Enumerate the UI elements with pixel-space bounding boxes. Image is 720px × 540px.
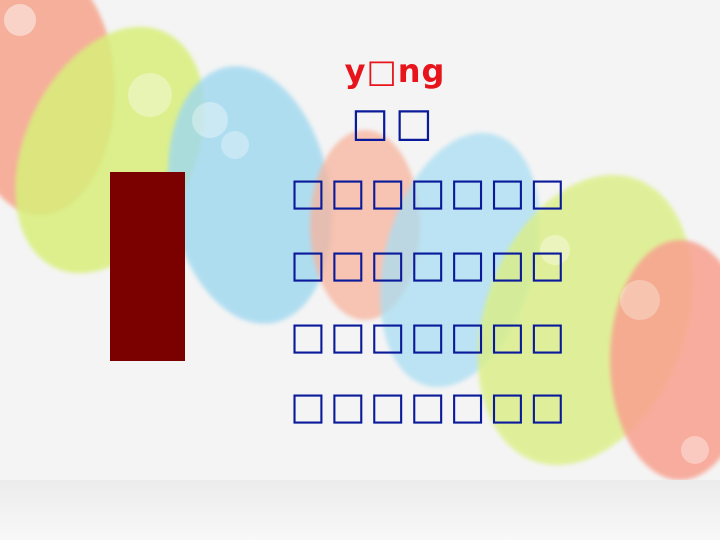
pinyin-annotation: y□ng xyxy=(344,52,446,90)
poem-line-3: □□□□□□□ xyxy=(290,314,570,358)
poem-line-1: □□□□□□□ xyxy=(290,170,570,214)
poem-line-4: □□□□□□□ xyxy=(290,384,570,428)
poem-line-2: □□□□□□□ xyxy=(290,242,570,286)
poem-title: □□ xyxy=(351,100,439,146)
title-color-block xyxy=(110,172,185,361)
floor-strip xyxy=(0,480,720,540)
